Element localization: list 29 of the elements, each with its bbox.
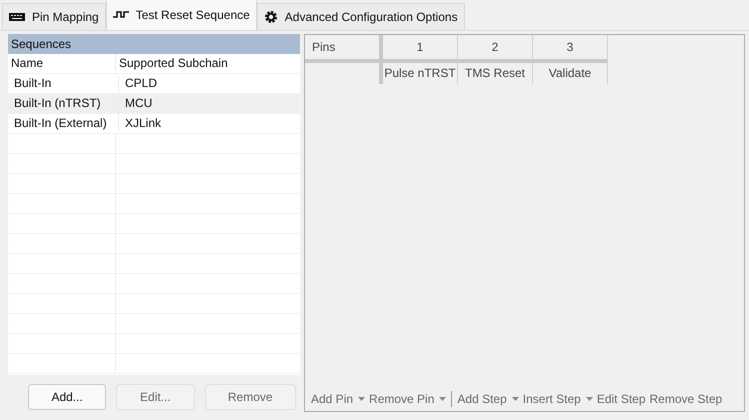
column-header: 2 [458, 35, 532, 63]
pulse-icon [112, 11, 129, 19]
step-cell-text: TMS Reset [464, 65, 526, 82]
column-header: 1 [383, 35, 457, 63]
tab[interactable]: Pin Mapping [2, 3, 106, 30]
table-row[interactable]: Built-In (nTRST) MCU [8, 94, 300, 114]
caret-icon [358, 397, 366, 401]
caret-icon [439, 397, 446, 401]
table-row[interactable]: Built-In (External) XJLink [8, 114, 300, 134]
panel-header: Sequences [8, 34, 300, 54]
table-cell: Built-In [8, 74, 119, 93]
caret-icon [586, 397, 593, 401]
tab[interactable]: Test Reset Sequence [106, 0, 257, 30]
column-header: Supported Subchain [118, 55, 228, 72]
column-header: Name [8, 54, 116, 73]
table-cell: Built-In (External) [8, 114, 119, 133]
table-cell-text: XJLink [124, 115, 162, 132]
keyboard-icon [9, 13, 25, 21]
step-cell-text: Validate [548, 65, 592, 82]
step-cell-text: Pulse nTRST [383, 65, 457, 82]
column-header: Pins [305, 35, 379, 63]
gear-icon [264, 10, 278, 24]
table-cell: Built-In (nTRST) [8, 94, 119, 113]
table-cell-text: CPLD [124, 75, 158, 92]
column-header: 3 [533, 35, 607, 63]
button[interactable]: Add... [28, 384, 106, 410]
tab[interactable]: Advanced Configuration Options [256, 3, 465, 30]
caret-icon [512, 397, 519, 401]
table-cell-text: MCU [124, 95, 152, 112]
